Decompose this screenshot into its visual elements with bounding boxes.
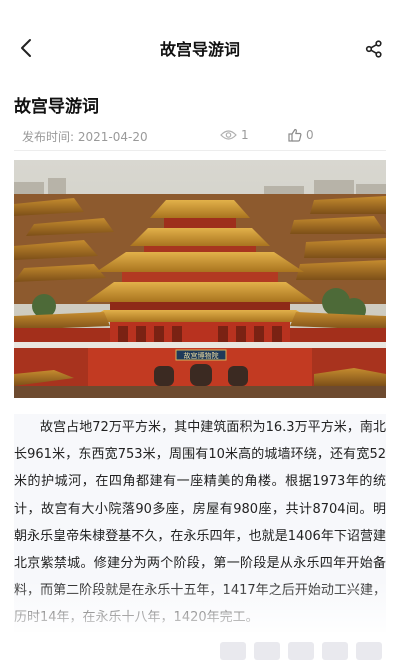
page-title: 故宫导游词: [159, 40, 240, 59]
eye-icon: [220, 130, 237, 140]
watermark-logo: [220, 642, 382, 660]
article-image-forbidden-city: 故宫博物院: [14, 160, 386, 398]
share-icon: [365, 40, 382, 58]
view-count: 1: [220, 128, 249, 142]
top-navigation-bar: 故宫导游词: [0, 0, 400, 96]
like-count-value: 0: [306, 128, 314, 142]
view-count-value: 1: [241, 128, 249, 142]
share-button[interactable]: [360, 35, 388, 63]
article-meta: 发布时间: 2021-04-20 1 0: [22, 128, 382, 146]
publish-info: 发布时间: 2021-04-20: [22, 128, 148, 145]
thumbs-up-icon: [288, 128, 302, 142]
gate-sign-text: 故宫博物院: [184, 351, 219, 360]
publish-date: 2021-04-20: [77, 130, 148, 144]
article-title: 故宫导游词: [14, 97, 99, 117]
like-button[interactable]: 0: [288, 128, 314, 142]
publish-label: 发布时间:: [22, 130, 75, 144]
divider: [14, 150, 386, 151]
